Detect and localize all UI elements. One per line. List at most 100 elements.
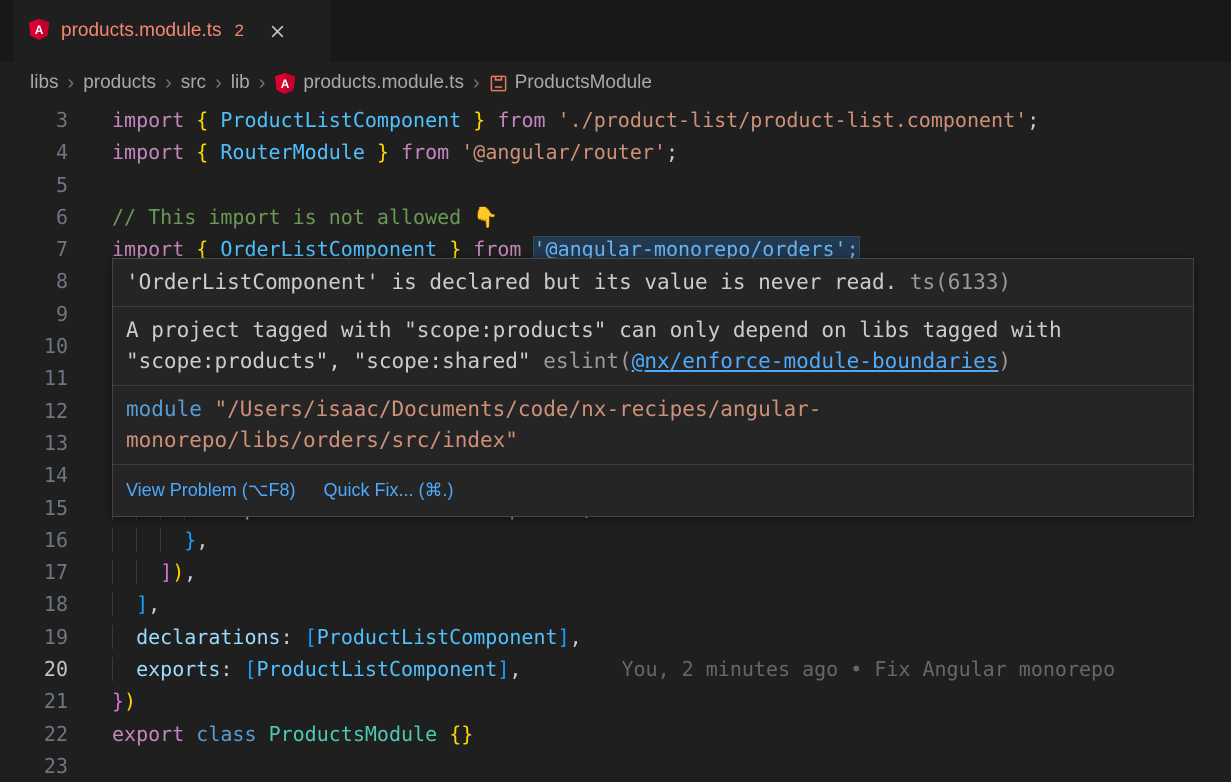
code-token: } — [377, 140, 389, 164]
angular-icon: A — [274, 72, 296, 94]
code-line-21[interactable]: 21}) — [0, 685, 1231, 717]
code-token: , — [509, 657, 521, 681]
code-text: ]), — [112, 556, 196, 588]
code-text: }) — [112, 685, 136, 717]
tab-problems-badge: 2 — [235, 21, 244, 41]
code-line-3[interactable]: 3import { ProductListComponent } from '.… — [0, 104, 1231, 136]
code-line-6[interactable]: 6 // This import is not allowed 👇 — [0, 201, 1231, 233]
code-token — [257, 722, 269, 746]
code-line-22[interactable]: 22 export class ProductsModule {} — [0, 718, 1231, 750]
code-token: { — [196, 140, 208, 164]
code-token: // This import is not allowed — [112, 205, 473, 229]
code-text: export class ProductsModule {} — [112, 718, 473, 750]
indent-guide — [112, 592, 136, 616]
code-token: ProductListComponent — [257, 657, 498, 681]
breadcrumb-item-products-module-ts[interactable]: A products.module.ts — [274, 72, 464, 94]
code-token: [ — [244, 657, 256, 681]
breadcrumb-item-lib[interactable]: lib — [231, 72, 250, 94]
code-line-5[interactable]: 5 — [0, 169, 1231, 201]
line-number: 9 — [0, 298, 68, 330]
diagnostic-source-suffix: ) — [998, 349, 1011, 373]
line-number: 22 — [0, 718, 68, 750]
code-token: , — [184, 560, 196, 584]
quick-fix-action[interactable]: Quick Fix... (⌘.) — [323, 475, 453, 506]
diagnostic-eslint-message: A project tagged with "scope:products" c… — [113, 306, 1193, 385]
module-definition: module "/Users/isaac/Documents/code/nx-r… — [113, 385, 1193, 464]
breadcrumb-item-products[interactable]: products — [83, 72, 156, 94]
indent-guide — [160, 528, 184, 552]
code-token: declarations — [136, 625, 281, 649]
angular-icon: A — [28, 18, 50, 45]
code-text: ], — [112, 588, 160, 620]
module-keyword: module — [126, 397, 202, 421]
code-text: // This import is not allowed 👇 — [112, 201, 498, 233]
breadcrumb-label: libs — [30, 72, 59, 94]
module-path: "/Users/isaac/Documents/code/nx-recipes/… — [126, 397, 821, 452]
indent-guide — [112, 528, 136, 552]
view-problem-action[interactable]: View Problem (⌥F8) — [126, 475, 295, 506]
code-token: 👇 — [473, 205, 498, 229]
code-token — [184, 140, 196, 164]
code-token: ] — [558, 625, 570, 649]
code-token — [365, 140, 377, 164]
hover-widget: 'OrderListComponent' is declared but its… — [112, 258, 1194, 517]
eslint-rule-link[interactable]: @nx/enforce-module-boundaries — [632, 349, 999, 373]
breadcrumb-separator: › — [68, 72, 75, 95]
line-number: 12 — [0, 395, 68, 427]
editor[interactable]: 3 import { ProductListComponent } from '.… — [0, 104, 1231, 780]
breadcrumb-item-src[interactable]: src — [181, 72, 206, 94]
code-text: }, — [112, 524, 208, 556]
code-token: from — [401, 140, 449, 164]
git-blame-annotation: You, 2 minutes ago • Fix Angular monorep… — [621, 657, 1115, 681]
code-line-23[interactable]: 23 — [0, 750, 1231, 782]
line-number: 17 — [0, 556, 68, 588]
code-token: ) — [124, 689, 136, 713]
code-token: './product-list/product-list.component' — [558, 108, 1028, 132]
code-line-20[interactable]: 20 exports: [ProductListComponent],You, … — [0, 653, 1231, 685]
code-token: } — [473, 108, 485, 132]
breadcrumb-separator: › — [215, 72, 222, 95]
code-line-19[interactable]: 19 declarations: [ProductListComponent], — [0, 621, 1231, 653]
code-token: { — [196, 108, 208, 132]
close-icon[interactable] — [269, 23, 286, 40]
code-token: ProductListComponent — [220, 108, 461, 132]
code-token: ] — [497, 657, 509, 681]
breadcrumb-separator: › — [165, 72, 172, 95]
code-token: import — [112, 140, 184, 164]
line-number: 6 — [0, 201, 68, 233]
line-number: 20 — [0, 653, 68, 685]
diagnostic-source: ts(6133) — [897, 270, 1011, 294]
code-token: import — [112, 108, 184, 132]
code-token: ) — [172, 560, 184, 584]
breadcrumb-item-productsmodule[interactable]: ProductsModule — [489, 72, 652, 94]
line-number: 3 — [0, 104, 68, 136]
line-number: 16 — [0, 524, 68, 556]
line-number: 8 — [0, 265, 68, 297]
code-token — [461, 108, 473, 132]
code-line-4[interactable]: 4import { RouterModule } from '@angular/… — [0, 136, 1231, 168]
svg-text:A: A — [281, 77, 290, 91]
line-number: 14 — [0, 459, 68, 491]
code-text: declarations: [ProductListComponent], — [112, 621, 582, 653]
breadcrumb-label: lib — [231, 72, 250, 94]
breadcrumb-separator: › — [473, 72, 480, 95]
breadcrumb-item-libs[interactable]: libs — [30, 72, 59, 94]
code-token: RouterModule — [220, 140, 365, 164]
diagnostic-text: 'OrderListComponent' is declared but its… — [126, 270, 897, 294]
code-token: : — [220, 657, 244, 681]
line-number: 7 — [0, 233, 68, 265]
code-line-16[interactable]: 16 }, — [0, 524, 1231, 556]
diagnostic-ts-message: 'OrderListComponent' is declared but its… — [113, 259, 1193, 306]
code-line-18[interactable]: 18 ], — [0, 588, 1231, 620]
diagnostic-source-prefix: eslint( — [531, 349, 632, 373]
module-symbol-icon — [489, 74, 508, 93]
line-number: 11 — [0, 362, 68, 394]
code-token: [ — [305, 625, 317, 649]
line-number: 13 — [0, 427, 68, 459]
code-token — [208, 140, 220, 164]
indent-guide — [136, 560, 160, 584]
code-line-17[interactable]: 17 ]), — [0, 556, 1231, 588]
tab-products-module-ts[interactable]: A products.module.ts 2 — [14, 0, 330, 62]
tab-title: products.module.ts — [61, 20, 222, 42]
indent-guide — [112, 560, 136, 584]
